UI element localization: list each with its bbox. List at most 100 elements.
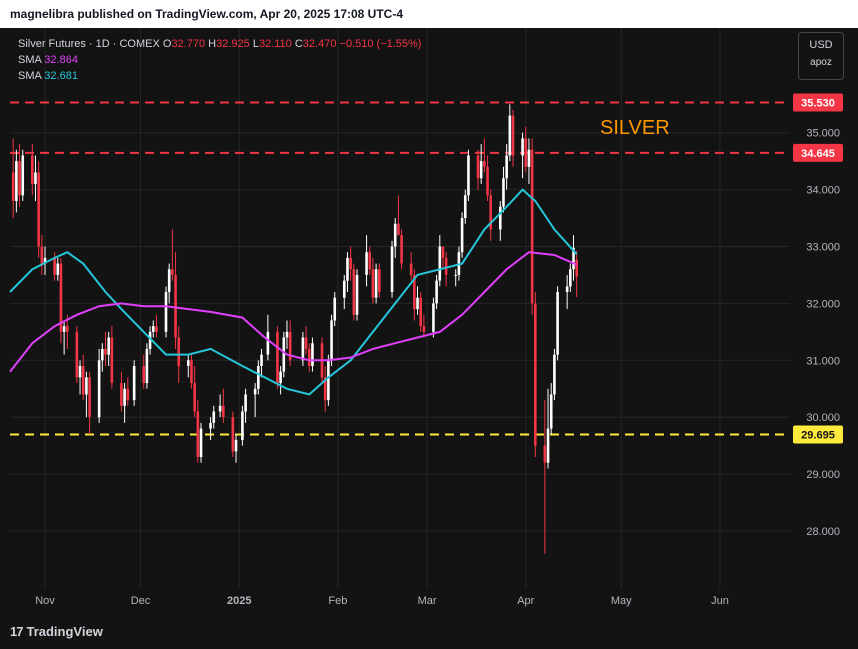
candle-body <box>53 257 56 275</box>
candle-body <box>145 348 149 384</box>
candle-body <box>234 439 238 452</box>
candle-body <box>132 365 136 401</box>
candle-body <box>524 138 528 167</box>
candle-body <box>546 428 550 463</box>
sma-slow-value: 32.681 <box>44 70 78 82</box>
y-tick-label: 30.000 <box>806 412 840 424</box>
candle-body <box>266 331 270 355</box>
candle-body <box>218 405 222 412</box>
candle-body <box>530 149 534 304</box>
candle-body <box>257 365 260 389</box>
candle-body <box>244 394 247 412</box>
candle-body <box>110 337 114 384</box>
sma-fast-row[interactable]: SMA 32.864 <box>18 52 421 68</box>
candle-body <box>486 166 489 196</box>
candle-body <box>575 259 578 277</box>
candle-body <box>378 269 381 293</box>
candle-body <box>123 388 126 406</box>
y-tick-label: 29.000 <box>806 469 840 481</box>
candle-body <box>167 269 171 293</box>
candle-body <box>104 348 107 355</box>
candle-body <box>483 161 486 167</box>
candle-body <box>368 252 372 270</box>
candle-body <box>467 155 470 196</box>
candle-body <box>549 394 553 429</box>
candle-body <box>85 377 88 395</box>
candle-body <box>222 405 225 418</box>
candle-body <box>81 365 85 395</box>
x-tick-label: Dec <box>131 595 151 607</box>
y-tick-label: 34.000 <box>806 185 840 197</box>
candle-body <box>101 348 104 361</box>
candle-body <box>476 155 480 179</box>
price-chart[interactable]: 35.000 34.000 33.000 32.000 31.000 30.000 29.0… <box>0 0 858 612</box>
candle-body <box>327 360 330 401</box>
candle-body <box>463 195 467 219</box>
candle-body <box>460 218 464 253</box>
candle-body <box>15 161 18 201</box>
candle-body <box>441 246 445 258</box>
candle-body <box>120 383 123 406</box>
candle-body <box>330 320 333 361</box>
candle-body <box>107 337 110 355</box>
candle-body <box>97 360 101 418</box>
y-tick-label: 35.000 <box>806 128 840 140</box>
candle-body <box>352 269 356 315</box>
candle-body <box>231 417 235 452</box>
candle-body <box>282 337 286 372</box>
candle-body <box>511 115 515 156</box>
candle-body <box>438 246 442 281</box>
change-value: −0.510 (−1.55%) <box>339 38 422 50</box>
candle-body <box>346 257 349 281</box>
candle-body <box>18 161 21 196</box>
candle-body <box>422 326 426 332</box>
candle-body <box>409 263 413 275</box>
candle-body <box>534 303 537 446</box>
candle-body <box>193 383 196 412</box>
candle-body <box>508 115 512 156</box>
brand-label: TradingView <box>26 624 103 639</box>
candle-body <box>11 172 15 201</box>
x-tick-label: Nov <box>35 595 55 607</box>
candle-body <box>186 360 190 366</box>
candle-body <box>527 149 531 167</box>
candle-body <box>209 422 212 429</box>
x-tick-label: May <box>611 595 632 607</box>
tradingview-logo[interactable]: 17 TradingView <box>10 624 103 639</box>
candle-body <box>355 274 359 315</box>
candle-body <box>34 172 37 184</box>
candle-body <box>279 371 282 384</box>
candle-body <box>371 269 375 298</box>
sma-slow-row[interactable]: SMA 32.681 <box>18 68 421 84</box>
legend: Silver Futures · 1D · COMEX O32.770 H32.… <box>18 36 421 84</box>
candle-body <box>416 297 419 310</box>
candle-body <box>196 411 200 458</box>
candle-body <box>505 155 508 179</box>
y-tick-label: 32.000 <box>806 298 840 310</box>
sma-slow-label: SMA <box>18 70 42 82</box>
candle-body <box>40 246 44 264</box>
candle-body <box>479 161 483 179</box>
candle-body <box>307 348 311 366</box>
candle-body <box>393 223 397 247</box>
currency-button[interactable]: USD apoz <box>798 32 844 80</box>
candle-body <box>174 274 177 338</box>
candle-body <box>171 269 174 275</box>
candle-body <box>432 303 435 332</box>
candle-body <box>502 178 505 207</box>
low-value: 32.110 <box>258 38 292 50</box>
x-tick-label: Jun <box>711 595 729 607</box>
candle-body <box>253 388 257 395</box>
candle-body <box>565 286 569 293</box>
candle-body <box>304 337 308 349</box>
candle-body <box>311 343 314 366</box>
candle-body <box>419 297 422 327</box>
candle-body <box>78 365 82 378</box>
candle-body <box>454 274 458 276</box>
candle-body <box>126 388 130 401</box>
candle-body <box>21 155 25 196</box>
candle-body <box>374 269 378 298</box>
resistance-price-label: 34.645 <box>801 148 835 160</box>
open-value: 32.770 <box>171 38 206 50</box>
candle-body <box>62 326 66 332</box>
